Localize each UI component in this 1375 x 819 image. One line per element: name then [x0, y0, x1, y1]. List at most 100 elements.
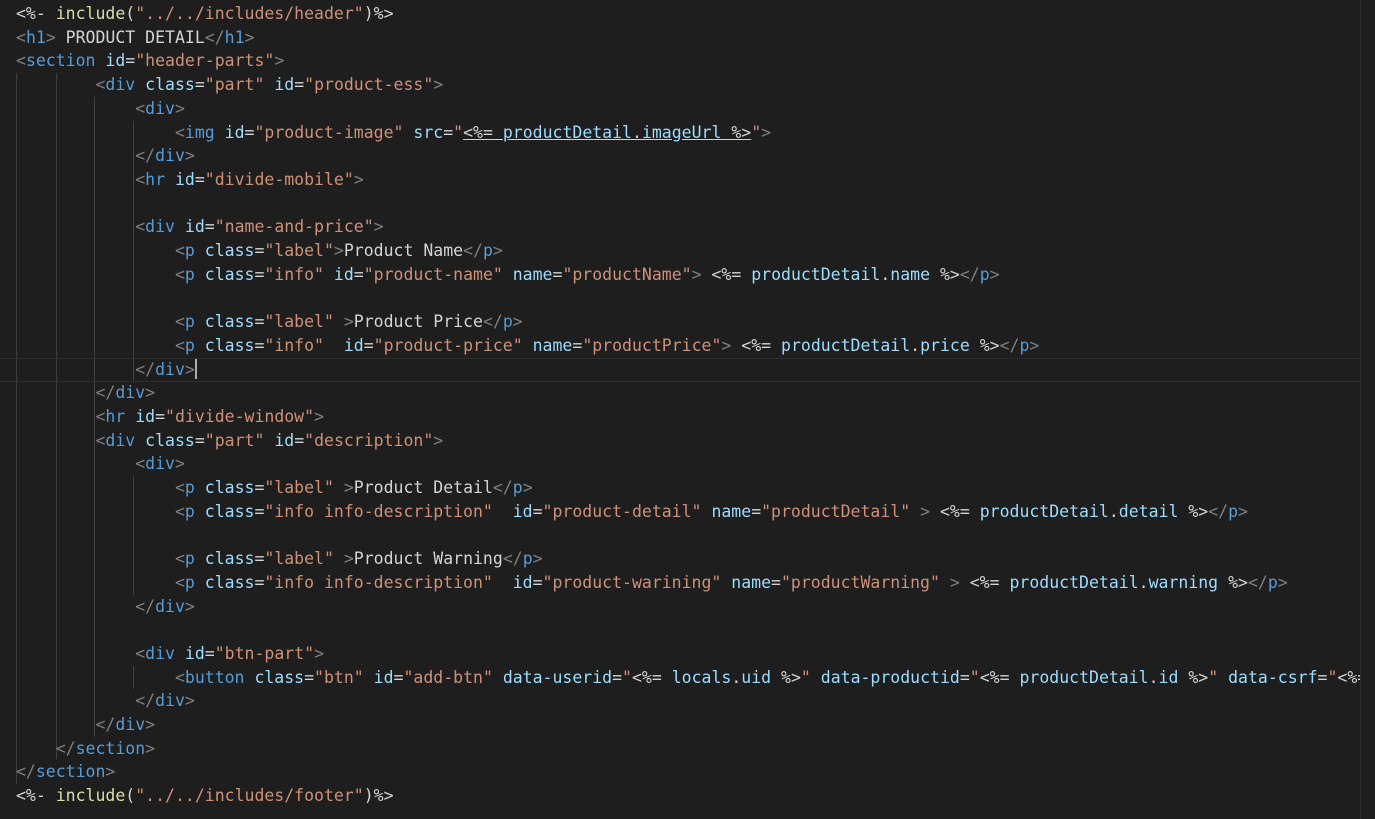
code-token: "productName" [562, 264, 692, 284]
code-token: div [145, 454, 175, 474]
code-line[interactable]: </div> [16, 144, 195, 168]
code-token: </ [135, 691, 156, 711]
code-line[interactable]: </section> [16, 737, 155, 761]
code-token: "label" [264, 478, 334, 497]
code-token: <%= [631, 667, 662, 687]
code-line[interactable]: <h1> PRODUCT DETAIL</h1> [16, 26, 254, 50]
code-line[interactable]: <p class="info info-description" id="pro… [16, 571, 1288, 595]
code-line[interactable]: <p class="info" id="product-name" name="… [16, 263, 1000, 287]
code-token: "product-ess" [304, 75, 434, 95]
code-line[interactable]: <p class="label" >Product Detail</p> [16, 476, 533, 500]
code-token: "productPrice" [582, 335, 722, 355]
code-token: p [184, 264, 195, 284]
code-line[interactable]: </div> [0, 358, 1375, 382]
code-token: > [343, 478, 354, 497]
line-content: <div> [16, 454, 185, 473]
code-token: > [989, 264, 1000, 284]
code-token: = [254, 241, 265, 260]
code-token: div [145, 98, 175, 118]
code-token: = [194, 169, 205, 189]
code-line[interactable]: <%- include("../../includes/header")%> [16, 2, 394, 26]
line-content: <hr id="divide-window"> [16, 407, 324, 426]
code-token: p [1228, 501, 1239, 521]
code-token: price [920, 335, 970, 355]
code-token: data-productid [820, 667, 960, 687]
code-line[interactable]: <div id="btn-part"> [16, 642, 324, 666]
code-token: button [184, 667, 245, 687]
code-token: </ [492, 478, 513, 497]
code-line[interactable]: <div class="part" id="description"> [16, 429, 443, 453]
code-line[interactable]: <div> [16, 452, 185, 476]
line-content: <p class="info info-description" id="pro… [16, 502, 1248, 521]
code-token: > [105, 762, 116, 782]
code-token: </ [1208, 501, 1229, 521]
code-editor[interactable]: <%- include("../../includes/header")%> <h… [0, 0, 1375, 819]
code-line[interactable]: <section id="header-parts"> [16, 49, 284, 73]
code-token: > [920, 501, 931, 521]
code-line[interactable]: <%- include("../../includes/footer")%> [16, 784, 394, 808]
text-cursor [194, 359, 197, 379]
code-line[interactable]: </div> [16, 595, 195, 619]
code-token: "product-price" [373, 335, 523, 355]
code-token: productDetail [751, 264, 881, 284]
code-token: = [254, 501, 265, 521]
code-line[interactable]: <p class="label" >Product Warning</p> [16, 547, 543, 571]
code-token: p [482, 241, 493, 260]
code-line[interactable]: <p class="info" id="product-price" name=… [16, 334, 1039, 358]
code-line[interactable]: <p class="label">Product Name</p> [16, 239, 503, 263]
code-line[interactable]: <p class="label" >Product Price</p> [16, 310, 523, 334]
code-token: id [333, 264, 354, 284]
code-line[interactable]: </div> [16, 689, 195, 713]
code-token: . [631, 122, 642, 142]
code-line[interactable]: </section> [16, 760, 115, 784]
code-token: < [174, 122, 185, 142]
code-token: </ [463, 241, 483, 260]
code-token: " [1327, 667, 1338, 687]
line-content: <button class="btn" id="add-btn" data-us… [16, 668, 1375, 687]
code-line[interactable]: </div> [16, 381, 155, 405]
code-token: " [1208, 667, 1219, 687]
code-token: class [204, 478, 255, 497]
code-token: = [254, 335, 265, 355]
code-line[interactable]: <hr id="divide-mobile"> [16, 168, 364, 192]
code-line[interactable]: <img id="product-image" src="<%= product… [16, 121, 771, 145]
vertical-scrollbar[interactable] [1360, 0, 1375, 819]
code-token: = [254, 572, 265, 592]
line-content: <%- include("../../includes/header")%> [16, 4, 394, 23]
code-token: > [1277, 572, 1288, 592]
code-token: productDetail [1009, 572, 1139, 592]
code-token: div [155, 691, 185, 711]
code-line[interactable]: <div class="part" id="product-ess"> [16, 73, 443, 97]
line-content: </div> [16, 146, 195, 165]
code-line[interactable]: <button class="btn" id="add-btn" data-us… [16, 666, 1375, 690]
code-line[interactable]: </div> [16, 713, 155, 737]
code-token: > [353, 169, 364, 189]
code-token: > [721, 335, 732, 355]
code-token: %> [939, 264, 960, 284]
code-line[interactable]: <p class="info info-description" id="pro… [16, 500, 1248, 524]
code-line[interactable]: <div> [16, 97, 185, 121]
code-line[interactable]: <hr id="divide-window"> [16, 405, 324, 429]
code-token: > [314, 643, 324, 663]
line-content: <p class="info" id="product-price" name=… [16, 336, 1039, 355]
code-token: class [204, 572, 255, 592]
code-line[interactable]: <div id="name-and-price"> [16, 215, 383, 239]
code-token: p [1267, 572, 1278, 592]
